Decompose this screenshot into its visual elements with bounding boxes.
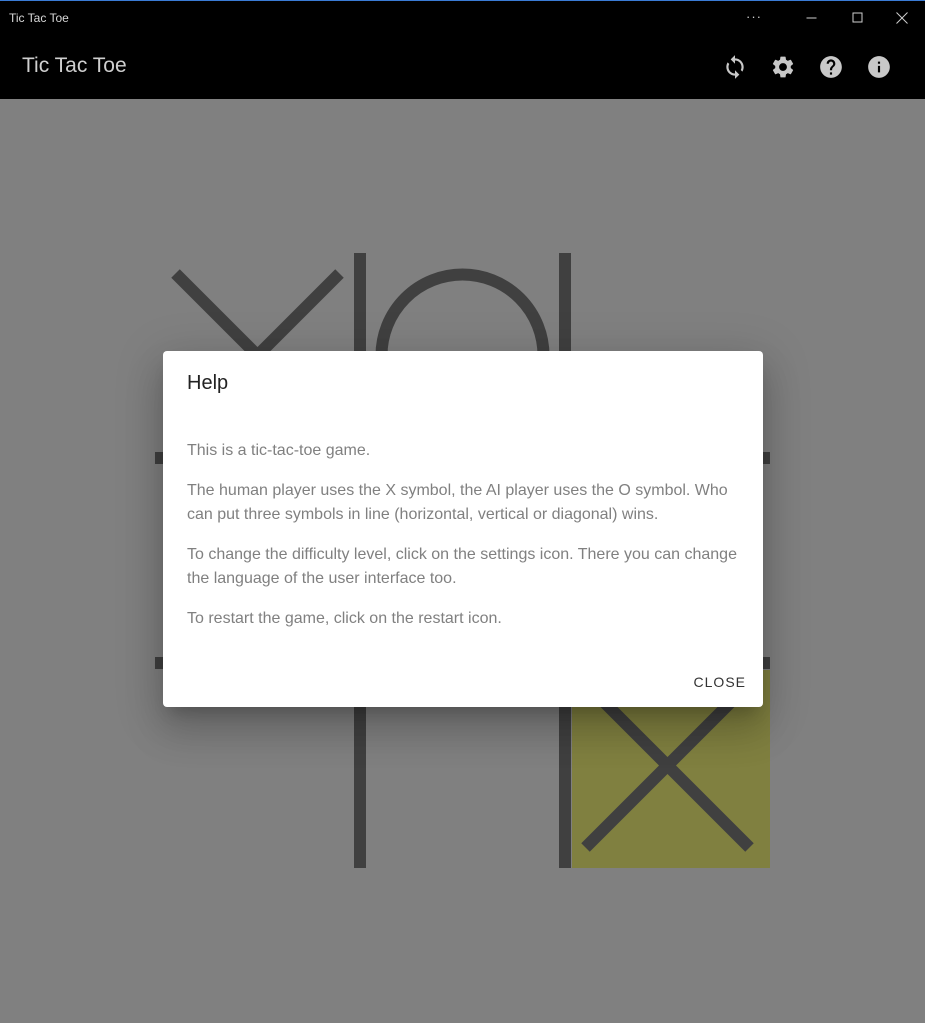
help-paragraph: This is a tic-tac-toe game. [187,442,371,459]
help-paragraph: To change the difficulty level, click on… [187,546,737,587]
app-bar: Tic Tac Toe [0,34,925,99]
help-button[interactable] [818,54,844,80]
close-window-button[interactable] [879,1,925,34]
help-paragraph: To restart the game, click on the restar… [187,610,502,627]
maximize-button[interactable] [835,1,881,34]
more-options-button[interactable]: ··· [731,1,777,34]
close-button[interactable]: CLOSE [694,674,746,690]
minimize-button[interactable] [789,1,835,34]
help-dialog: Help This is a tic-tac-toe game. The hum… [163,351,763,707]
dialog-body: This is a tic-tac-toe game. The human pl… [187,439,747,647]
minimize-icon [806,17,817,18]
app-title: Tic Tac Toe [22,54,127,77]
window-titlebar[interactable]: Tic Tac Toe ··· [0,1,925,34]
help-icon [820,56,842,78]
dialog-title: Help [187,372,229,394]
settings-button[interactable] [770,54,796,80]
more-options-icon: ··· [746,9,762,24]
restart-button[interactable] [722,54,748,80]
maximize-icon [852,12,863,22]
info-icon [868,56,890,78]
info-button[interactable] [866,54,892,80]
restart-icon [726,55,744,79]
window-title: Tic Tac Toe [9,11,69,25]
close-icon [896,11,908,24]
settings-icon [772,56,794,78]
help-paragraph: The human player uses the X symbol, the … [187,482,728,523]
